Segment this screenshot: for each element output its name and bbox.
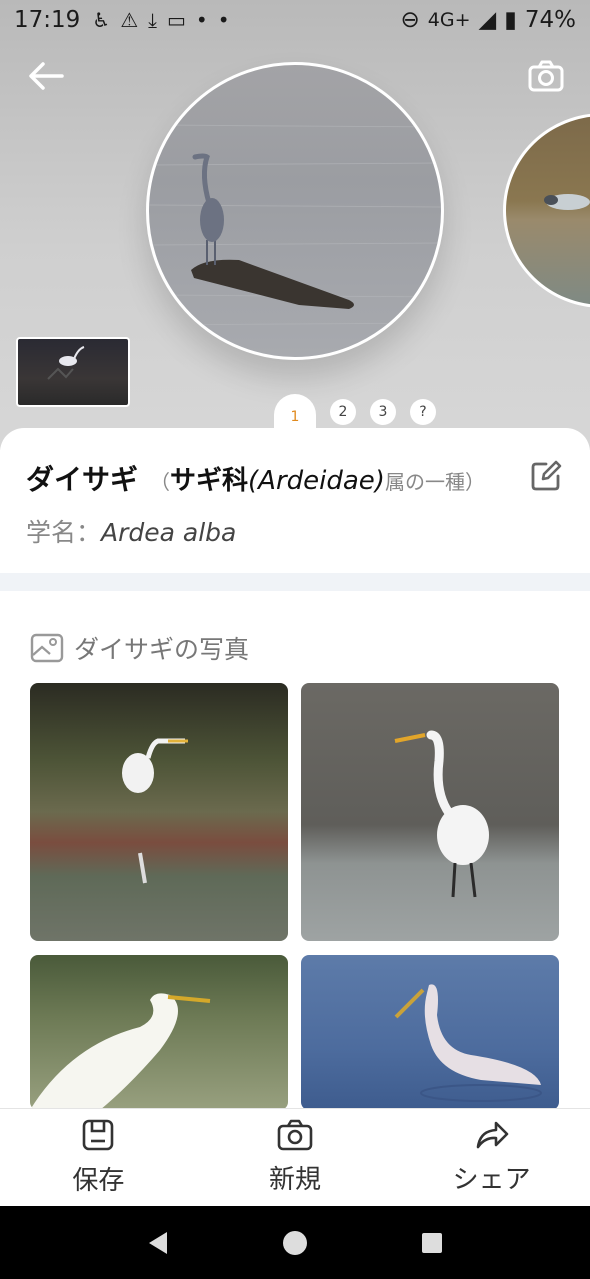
nav-home-button[interactable] <box>275 1223 315 1263</box>
photo-gallery-icon <box>30 633 64 663</box>
egret-in-marsh-image <box>122 738 188 884</box>
arrow-left-icon <box>29 62 64 90</box>
new-button[interactable]: 新規 <box>197 1109 394 1206</box>
main-bird-photo[interactable] <box>146 62 444 360</box>
family-latin-name: (Ardeidae) <box>248 466 385 496</box>
save-button[interactable]: 保存 <box>0 1109 197 1206</box>
warning-icon: ⚠ <box>120 8 139 32</box>
family-name: サギ科 <box>170 466 249 496</box>
accessibility-icon: ♿ <box>92 8 111 32</box>
egret-fishing-image <box>394 984 542 1102</box>
dot-icon: • <box>217 8 230 32</box>
car-icon: ▭ <box>167 8 186 32</box>
edit-button[interactable] <box>530 460 562 492</box>
photos-heading-text: ダイサギの写真 <box>74 635 250 664</box>
nav-recents-button[interactable] <box>412 1223 452 1263</box>
battery-icon: ▮ <box>504 7 517 33</box>
scientific-name-line: 学名：Ardea alba <box>26 513 236 549</box>
egret-closeup-image <box>30 993 211 1110</box>
status-bar: 17:19 ♿ ⚠ ⤓ ▭ • • ⊖ 4G+ ◢ ▮ 74% <box>0 0 590 40</box>
share-button[interactable]: シェア <box>393 1109 590 1206</box>
section-divider <box>0 573 590 591</box>
edit-icon <box>531 460 562 491</box>
gallery-photo-3[interactable] <box>30 955 288 1110</box>
circle-home-icon <box>282 1230 307 1255</box>
share-label: シェア <box>452 1165 531 1195</box>
network-label: 4G+ <box>427 9 471 31</box>
status-time: 17:19 <box>14 7 81 33</box>
camera-icon <box>528 60 564 92</box>
dot-icon: • <box>195 8 208 32</box>
scientific-label: 学名： <box>26 518 102 547</box>
pager-tab-3[interactable]: 3 <box>370 399 396 425</box>
save-label: 保存 <box>72 1166 125 1196</box>
download-icon: ⤓ <box>148 8 158 32</box>
back-button[interactable] <box>26 56 66 96</box>
hero-area: 17:19 ♿ ⚠ ⤓ ▭ • • ⊖ 4G+ ◢ ▮ 74% 1 2 3 ? <box>0 0 590 450</box>
battery-label: 74% <box>524 7 576 33</box>
species-info-card: ダイサギ （ サギ科 (Ardeidae) 属の一種） 学名：Ardea alb… <box>0 428 590 573</box>
triangle-back-icon <box>149 1231 168 1254</box>
nav-back-button[interactable] <box>138 1223 178 1263</box>
heron-on-log-image <box>149 124 441 326</box>
genus-suffix: 属の一種） <box>384 470 485 494</box>
signal-icon: ◢ <box>478 7 497 33</box>
photos-section-heading: ダイサギの写真 <box>30 630 249 666</box>
new-label: 新規 <box>269 1165 322 1195</box>
camera-button[interactable] <box>526 56 566 96</box>
status-icons: ♿ ⚠ ⤓ ▭ • • <box>92 8 229 32</box>
gallery-photo-1[interactable] <box>30 683 288 941</box>
pager-tab-2[interactable]: 2 <box>330 399 356 425</box>
photo-thumbnail[interactable] <box>16 337 130 407</box>
dnd-icon: ⊖ <box>400 7 420 33</box>
save-icon <box>83 1119 114 1151</box>
species-name-line: ダイサギ （ サギ科 (Ardeidae) 属の一種） <box>26 458 485 498</box>
bottom-action-bar: 保存 新規 シェア <box>0 1108 590 1206</box>
species-name: ダイサギ <box>26 463 139 496</box>
egret-standing-image <box>394 730 489 898</box>
camera-icon <box>277 1119 313 1151</box>
scientific-name: Ardea alba <box>101 518 237 547</box>
next-bird-photo[interactable] <box>503 113 590 308</box>
gallery-photo-2[interactable] <box>301 683 559 941</box>
square-recents-icon <box>421 1232 442 1253</box>
gallery-photo-4[interactable] <box>301 955 559 1110</box>
duck-image <box>544 194 590 210</box>
share-icon <box>476 1121 508 1149</box>
system-nav-bar <box>0 1206 590 1279</box>
egret-thumbnail-image <box>47 346 85 380</box>
paren-open: （ <box>150 470 171 494</box>
pager-tab-unknown[interactable]: ? <box>410 399 436 425</box>
